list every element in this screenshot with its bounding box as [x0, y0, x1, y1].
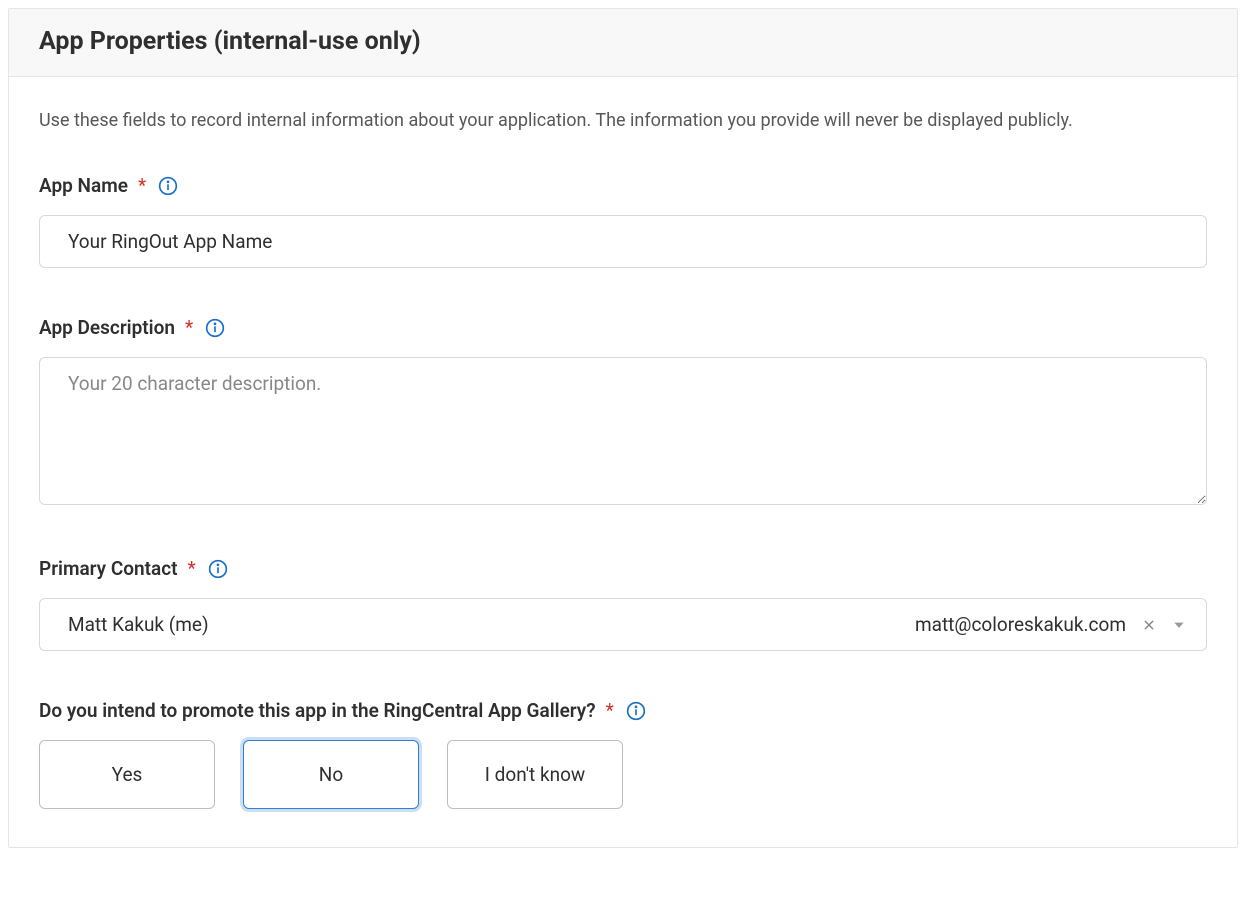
promote-group: Do you intend to promote this app in the…: [39, 699, 1207, 809]
primary-contact-select[interactable]: Matt Kakuk (me) matt@coloreskakuk.com: [39, 598, 1207, 651]
promote-label-text: Do you intend to promote this app in the…: [39, 699, 596, 722]
primary-contact-label: Primary Contact *: [39, 557, 228, 580]
required-indicator: *: [138, 174, 146, 197]
required-indicator: *: [606, 699, 614, 722]
app-description-label: App Description *: [39, 316, 225, 339]
app-name-label: App Name *: [39, 174, 178, 197]
required-indicator: *: [185, 316, 193, 339]
promote-label: Do you intend to promote this app in the…: [39, 699, 646, 722]
panel-header: App Properties (internal-use only): [9, 9, 1237, 77]
app-description-label-text: App Description: [39, 316, 175, 339]
app-description-input[interactable]: [39, 357, 1207, 505]
app-name-input[interactable]: [39, 215, 1207, 268]
info-icon[interactable]: [208, 559, 228, 579]
panel-body: Use these fields to record internal info…: [9, 77, 1237, 847]
contact-email: matt@coloreskakuk.com: [915, 613, 1126, 636]
required-indicator: *: [188, 557, 196, 580]
panel-title: App Properties (internal-use only): [39, 27, 1207, 56]
primary-contact-label-text: Primary Contact: [39, 557, 178, 580]
contact-right: matt@coloreskakuk.com: [915, 613, 1186, 636]
app-name-group: App Name *: [39, 174, 1207, 268]
app-name-label-text: App Name: [39, 174, 128, 197]
promote-yes-button[interactable]: Yes: [39, 740, 215, 809]
info-icon[interactable]: [158, 176, 178, 196]
promote-no-button[interactable]: No: [243, 740, 419, 809]
chevron-down-icon[interactable]: [1172, 618, 1186, 632]
close-icon[interactable]: [1140, 616, 1158, 634]
app-description-group: App Description *: [39, 316, 1207, 509]
intro-text: Use these fields to record internal info…: [39, 107, 1207, 134]
promote-options: Yes No I don't know: [39, 740, 1207, 809]
app-properties-panel: App Properties (internal-use only) Use t…: [8, 8, 1238, 848]
primary-contact-group: Primary Contact * Matt Kakuk (me) matt@c…: [39, 557, 1207, 651]
info-icon[interactable]: [626, 701, 646, 721]
promote-dontknow-button[interactable]: I don't know: [447, 740, 623, 809]
contact-name: Matt Kakuk (me): [68, 613, 209, 636]
info-icon[interactable]: [205, 318, 225, 338]
